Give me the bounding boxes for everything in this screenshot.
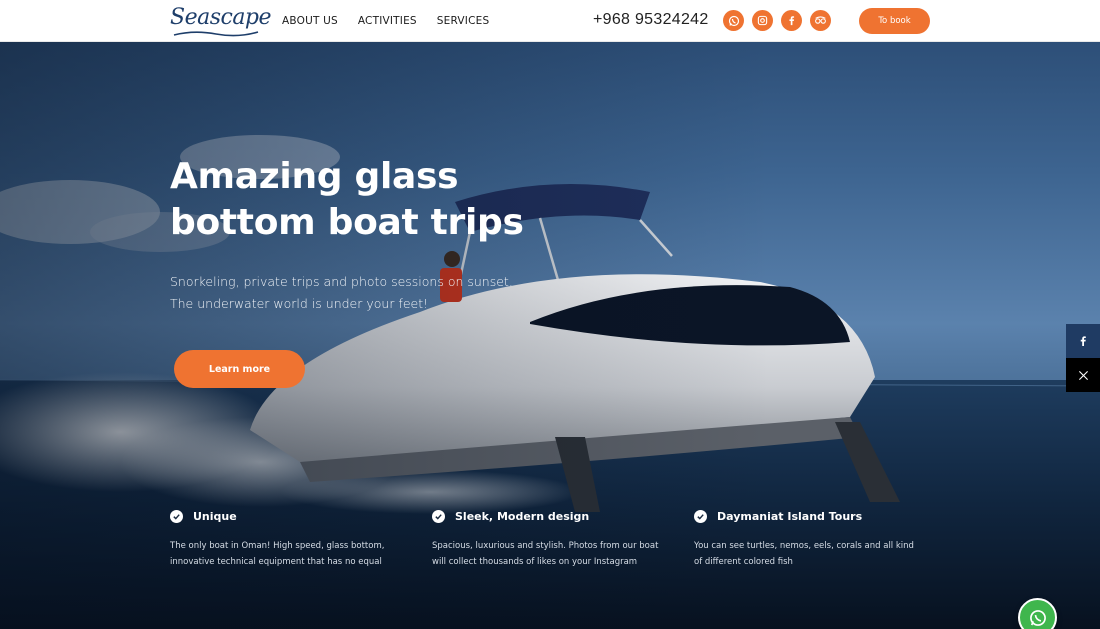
learn-more-button[interactable]: Learn more <box>174 350 305 388</box>
tripadvisor-icon[interactable] <box>810 10 831 31</box>
feature-title: Unique <box>193 509 237 523</box>
logo-text: Seascape <box>170 5 272 30</box>
feature-description: The only boat in Oman! High speed, glass… <box>170 541 385 567</box>
check-icon <box>170 509 183 523</box>
feature-title: Sleek, Modern design <box>455 509 590 523</box>
hero-title: Amazing glass bottom boat trips <box>170 154 570 246</box>
hero-subtitle-line-1: Snorkeling, private trips and photo sess… <box>170 274 513 289</box>
check-icon <box>432 509 445 523</box>
book-button[interactable]: To book <box>859 8 930 34</box>
share-bar <box>1066 324 1100 392</box>
instagram-icon[interactable] <box>752 10 773 31</box>
feature-item: Unique The only boat in Oman! High speed… <box>170 508 410 570</box>
hero-subtitle: Snorkeling, private trips and photo sess… <box>170 271 530 315</box>
whatsapp-chat-icon[interactable] <box>1018 598 1057 629</box>
facebook-icon[interactable] <box>1066 324 1100 358</box>
seascape-logo[interactable]: Seascape <box>170 1 272 41</box>
logo-wave-icon <box>173 31 259 37</box>
feature-title: Daymaniat Island Tours <box>717 509 863 523</box>
feature-item: Sleek, Modern design Spacious, luxurious… <box>432 508 672 570</box>
hero-title-line-2: bottom boat trips <box>170 202 524 243</box>
main-nav: ABOUT US ACTIVITIES SERVICES <box>282 0 489 42</box>
hero-section: Amazing glass bottom boat trips Snorkeli… <box>0 42 1100 629</box>
feature-description: Spacious, luxurious and stylish. Photos … <box>432 541 659 567</box>
nav-services[interactable]: SERVICES <box>437 15 490 27</box>
phone-number[interactable]: +968 95324242 <box>593 11 709 29</box>
hero-title-line-1: Amazing glass <box>170 156 459 197</box>
feature-description: You can see turtles, nemos, eels, corals… <box>694 541 914 567</box>
hero-subtitle-line-2: The underwater world is under your feet! <box>170 296 429 311</box>
whatsapp-icon[interactable] <box>723 10 744 31</box>
facebook-icon[interactable] <box>781 10 802 31</box>
feature-item: Daymaniat Island Tours You can see turtl… <box>694 508 934 570</box>
social-links <box>723 10 831 31</box>
check-icon <box>694 509 707 523</box>
site-header: Seascape ABOUT US ACTIVITIES SERVICES +9… <box>0 0 1100 42</box>
nav-about-us[interactable]: ABOUT US <box>282 15 338 27</box>
x-twitter-icon[interactable] <box>1066 358 1100 392</box>
nav-activities[interactable]: ACTIVITIES <box>358 15 417 27</box>
